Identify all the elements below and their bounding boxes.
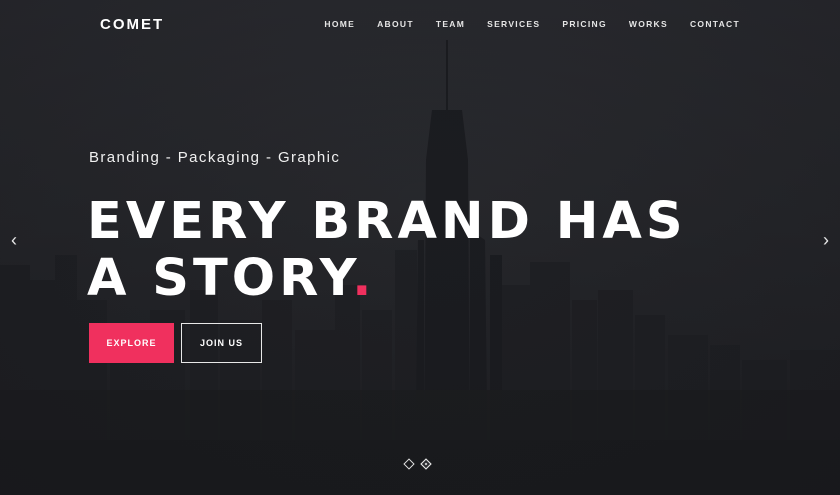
nav-works[interactable]: WORKS: [629, 19, 668, 29]
nav-team[interactable]: TEAM: [436, 19, 465, 29]
site-logo[interactable]: COMET: [100, 16, 164, 33]
headline-line-1: EVERY BRAND HAS: [87, 192, 687, 251]
nav-contact[interactable]: CONTACT: [690, 19, 740, 29]
prev-slide-arrow-icon[interactable]: ‹: [5, 230, 23, 250]
slide-pager: [403, 458, 432, 470]
headline-accent-dot: .: [352, 249, 376, 308]
nav-pricing[interactable]: PRICING: [562, 19, 607, 29]
explore-button[interactable]: EXPLORE: [89, 323, 174, 363]
main-nav: HOME ABOUT TEAM SERVICES PRICING WORKS C…: [324, 19, 740, 29]
nav-services[interactable]: SERVICES: [487, 19, 540, 29]
nav-home[interactable]: HOME: [324, 19, 355, 29]
hero-headline: EVERY BRAND HAS A STORY.: [87, 193, 687, 307]
nav-about[interactable]: ABOUT: [377, 19, 414, 29]
headline-line-2: A STORY: [87, 249, 353, 308]
slide-dot-1[interactable]: [403, 458, 415, 470]
hero-subtitle: Branding - Packaging - Graphic: [89, 149, 341, 166]
slide-dot-2[interactable]: [420, 458, 432, 470]
join-us-button[interactable]: JOIN US: [181, 323, 262, 363]
next-slide-arrow-icon[interactable]: ›: [817, 230, 835, 250]
